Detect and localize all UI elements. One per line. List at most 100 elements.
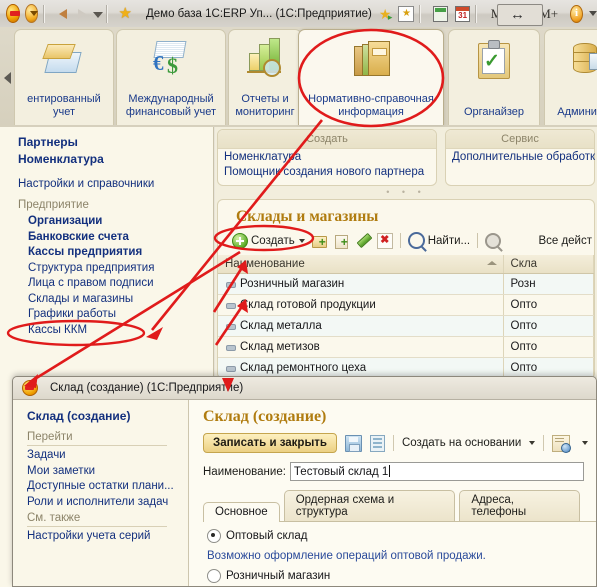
row-marker-icon [226, 324, 236, 330]
create-button[interactable]: Создать [232, 232, 305, 249]
table-row[interactable]: Склад металла Опто [218, 315, 594, 337]
section-tab-label: Международный финансовый учет [125, 93, 217, 118]
radio-icon [207, 569, 221, 583]
modal-nav-link-roles-performers[interactable]: Роли и исполнители задач [27, 496, 188, 508]
copy-item-icon[interactable] [334, 234, 349, 249]
option-retail-store[interactable]: Розничный магазин [207, 569, 596, 583]
section-tab-organizer[interactable]: ✓ Органайзер [448, 29, 540, 125]
sidebar-item-settings-catalogs[interactable]: Настройки и справочники [18, 178, 213, 190]
favorites-star-icon[interactable]: ★ [119, 6, 132, 21]
main-menu-button[interactable] [24, 4, 39, 23]
calendar-icon[interactable]: 31 [455, 5, 471, 22]
option-wholesale-warehouse[interactable]: Оптовый склад [207, 529, 596, 543]
panel-resize-grip[interactable]: • • • [215, 186, 597, 199]
list-view-icon[interactable] [369, 434, 385, 452]
modal-toolbar: Записать и закрыть Создать на основании [203, 433, 596, 453]
panel-link-additional-processing[interactable]: Дополнительные обработк [446, 149, 595, 164]
calculator-icon[interactable] [433, 5, 449, 22]
favorites-box-icon[interactable]: ★ [398, 5, 415, 22]
tab-order-scheme[interactable]: Ордерная схема и структура [283, 490, 456, 521]
section-tab-administration[interactable]: Администр... [544, 29, 597, 125]
panel-link-partner-wizard[interactable]: Помощник создания нового партнера [218, 164, 436, 179]
section-tab-label: ентированный учет [27, 93, 101, 118]
panel-title: Сервис [446, 130, 594, 149]
option-label: Розничный магазин [226, 570, 331, 582]
section-tab-label: Нормативно-справочная информация [308, 93, 434, 118]
name-input-value: Тестовый склад 1 [293, 466, 389, 478]
sidebar-item-enterprise-structure[interactable]: Структура предприятия [28, 262, 213, 274]
toolbar-separator [475, 4, 477, 23]
tab-basic[interactable]: Основное [203, 502, 280, 522]
info-icon[interactable]: i [570, 4, 583, 23]
cell-type: Опто [503, 315, 594, 337]
sidebar-item-organizations[interactable]: Организации [28, 215, 213, 227]
search-icon [407, 232, 425, 249]
create-button-label: Создать [251, 234, 295, 247]
sidebar-item-kkm-cash-registers[interactable]: Кассы ККМ [28, 324, 213, 336]
create-based-on-button[interactable]: Создать на основании [402, 437, 535, 449]
cell-name: Склад ремонтного цеха [240, 362, 367, 374]
modal-nav-link-series-accounting[interactable]: Настройки учета серий [27, 530, 188, 542]
section-tab-international-finance[interactable]: € $ Международный финансовый учет [116, 29, 226, 125]
database-icon [567, 38, 597, 80]
toolbar-separator [542, 435, 544, 451]
cancel-search-icon[interactable] [485, 232, 502, 249]
modal-nav-link-available-balances[interactable]: Доступные остатки плани... [27, 480, 188, 492]
sidebar-item-nomenclature[interactable]: Номенклатура [18, 152, 213, 166]
books-icon [348, 38, 394, 80]
find-button-label: Найти... [427, 234, 471, 247]
create-based-on-label: Создать на основании [401, 437, 522, 449]
back-arrow-icon[interactable] [56, 6, 67, 22]
tab-addresses-phones[interactable]: Адреса, телефоны [459, 490, 580, 521]
section-tab-reference-data[interactable]: Нормативно-справочная информация [298, 29, 444, 125]
find-button[interactable]: Найти... [407, 232, 471, 249]
text-caret [389, 465, 391, 477]
history-chevron-down-icon[interactable] [91, 6, 105, 22]
panel-title: Создать [218, 130, 436, 149]
section-tab-reports[interactable]: Отчеты и мониторинг [228, 29, 302, 125]
save-icon[interactable] [344, 434, 362, 452]
modal-nav-link-tasks[interactable]: Задачи [27, 449, 188, 461]
forward-arrow-icon[interactable] [73, 6, 86, 22]
sections-scroll-left-icon[interactable] [2, 67, 14, 89]
name-input[interactable]: Тестовый склад 1 [289, 462, 584, 481]
add-favorite-star-icon[interactable]: ★ ▸ [379, 6, 393, 22]
modal-nav-heading: Склад (создание) [27, 409, 131, 423]
report-history-icon[interactable] [551, 434, 571, 453]
modal-nav-link-my-notes[interactable]: Мои заметки [27, 465, 188, 477]
panel-create: Создать Номенклатура Помощник создания н… [217, 129, 437, 186]
panel-link-nomenclature[interactable]: Номенклатура [218, 149, 436, 164]
sidebar-item-warehouses-stores[interactable]: Склады и магазины [28, 293, 213, 305]
table-header-row: Наименование Скла [218, 255, 594, 274]
chevron-down-icon[interactable] [581, 441, 588, 445]
option-label: Оптовый склад [226, 530, 308, 542]
create-group-icon[interactable] [311, 234, 327, 248]
plus-icon [232, 232, 248, 249]
table-row[interactable]: Розничный магазин Розн [218, 273, 594, 295]
modal-title: Склад (создание) (1С:Предприятие) [50, 382, 244, 394]
save-and-close-button[interactable]: Записать и закрыть [203, 433, 337, 453]
column-header-name[interactable]: Наименование [218, 255, 504, 274]
delete-icon[interactable]: ✖ [376, 232, 393, 249]
app-window: ★ Демо база 1С:ERP Уп... (1С:Предприятие… [0, 0, 597, 587]
table-row[interactable]: Склад метизов Опто [218, 336, 594, 358]
section-tab-label: Отчеты и мониторинг [235, 93, 295, 118]
overflow-chevron-down-icon[interactable] [588, 11, 597, 16]
section-tab-documents[interactable]: ентированный учет [14, 29, 114, 125]
sidebar-item-partners[interactable]: Партнеры [18, 135, 213, 149]
edit-pencil-icon[interactable] [356, 234, 370, 248]
cell-type: Розн [503, 273, 594, 295]
column-header-type[interactable]: Скла [503, 255, 594, 274]
panel-service: Сервис Дополнительные обработк [445, 129, 595, 186]
documents-icon [41, 38, 87, 80]
sidebar-item-cash-desks[interactable]: Кассы предприятия [28, 246, 213, 258]
app-logo-icon [22, 380, 38, 396]
sidebar-item-work-schedules[interactable]: Графики работы [28, 308, 213, 320]
sidebar-item-bank-accounts[interactable]: Банковские счета [28, 231, 213, 243]
sidebar-item-signatories[interactable]: Лица с правом подписи [28, 277, 213, 289]
table-row[interactable]: Склад готовой продукции Опто [218, 294, 594, 316]
clipboard-icon: ✓ [471, 38, 517, 80]
chart-icon [242, 38, 288, 80]
all-actions-button[interactable]: Все дейст [538, 235, 594, 247]
form-tabs: Основное Ордерная схема и структура Адре… [203, 490, 596, 522]
